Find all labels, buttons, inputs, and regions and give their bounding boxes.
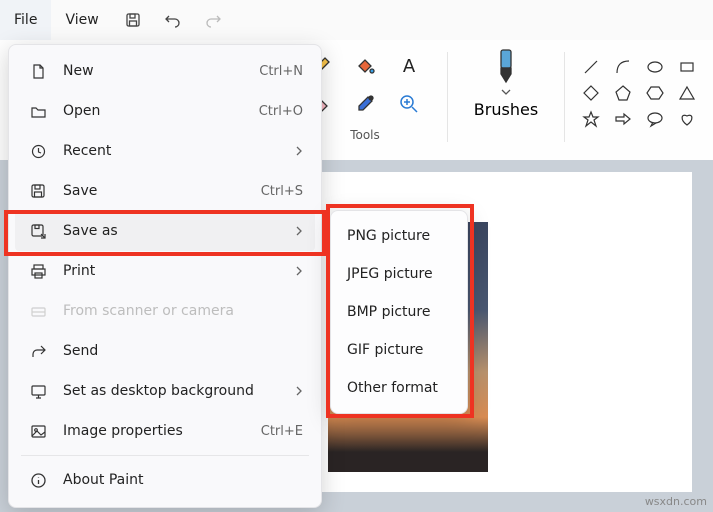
shape-hexagon-icon[interactable] [643, 82, 667, 104]
menu-item-print[interactable]: Print [15, 251, 315, 291]
shortcut-label: Ctrl+N [259, 64, 303, 79]
menu-file[interactable]: File [0, 0, 51, 40]
menu-item-label: From scanner or camera [63, 303, 234, 319]
menu-item-save-as[interactable]: Save as [15, 211, 315, 251]
shapes-group[interactable] [565, 48, 713, 138]
undo-icon[interactable] [153, 0, 193, 40]
share-icon [27, 343, 49, 360]
tools-label: Tools [350, 128, 380, 142]
menu-item-label: Open [63, 103, 100, 119]
watermark: wsxdn.com [645, 495, 707, 508]
shape-triangle-icon[interactable] [675, 82, 699, 104]
shortcut-label: Ctrl+E [261, 424, 303, 439]
svg-text:A: A [403, 56, 416, 76]
save-as-submenu: PNG picture JPEG picture BMP picture GIF… [330, 210, 468, 414]
new-file-icon [27, 63, 49, 80]
brushes-label: Brushes [474, 100, 538, 119]
text-icon[interactable]: A [391, 48, 427, 84]
brushes-group[interactable]: Brushes [448, 48, 564, 119]
shortcut-label: Ctrl+S [261, 184, 303, 199]
menu-item-label: Print [63, 263, 95, 279]
image-icon [27, 423, 49, 440]
menu-item-send[interactable]: Send [15, 331, 315, 371]
menu-item-about[interactable]: About Paint [15, 460, 315, 500]
submenu-item-png[interactable]: PNG picture [331, 217, 467, 255]
shape-diamond-icon[interactable] [579, 82, 603, 104]
submenu-item-jpeg[interactable]: JPEG picture [331, 255, 467, 293]
chevron-down-icon [501, 88, 511, 96]
clock-icon [27, 143, 49, 160]
fill-icon[interactable] [347, 48, 383, 84]
chevron-right-icon [295, 385, 303, 397]
color-picker-icon[interactable] [347, 86, 383, 122]
menu-item-label: Image properties [63, 423, 183, 439]
redo-icon [193, 0, 233, 40]
menu-view[interactable]: View [51, 0, 112, 40]
menu-item-label: Save as [63, 223, 118, 239]
shortcut-label: Ctrl+O [259, 104, 303, 119]
menu-item-desktop-bg[interactable]: Set as desktop background [15, 371, 315, 411]
menu-item-open[interactable]: Open Ctrl+O [15, 91, 315, 131]
shape-pentagon-icon[interactable] [611, 82, 635, 104]
menu-item-label: Recent [63, 143, 111, 159]
menu-item-label: Save [63, 183, 97, 199]
menu-item-label: Set as desktop background [63, 383, 254, 399]
shape-callout-icon[interactable] [643, 108, 667, 130]
divider [21, 455, 309, 456]
menu-bar: File View [0, 0, 713, 40]
info-icon [27, 472, 49, 489]
submenu-item-other[interactable]: Other format [331, 369, 467, 407]
shape-heart-icon[interactable] [675, 108, 699, 130]
scanner-icon [27, 303, 49, 320]
menu-item-label: Send [63, 343, 98, 359]
menu-item-recent[interactable]: Recent [15, 131, 315, 171]
chevron-right-icon [295, 145, 303, 157]
shape-oval-icon[interactable] [643, 56, 667, 78]
save-as-icon [27, 223, 49, 240]
folder-icon [27, 103, 49, 120]
desktop-icon [27, 383, 49, 400]
shape-line-icon[interactable] [579, 56, 603, 78]
menu-item-properties[interactable]: Image properties Ctrl+E [15, 411, 315, 451]
submenu-item-gif[interactable]: GIF picture [331, 331, 467, 369]
chevron-right-icon [295, 265, 303, 277]
magnifier-icon[interactable] [391, 86, 427, 122]
shape-star-icon[interactable] [579, 108, 603, 130]
menu-item-new[interactable]: New Ctrl+N [15, 51, 315, 91]
shape-rect-icon[interactable] [675, 56, 699, 78]
menu-item-scanner: From scanner or camera [15, 291, 315, 331]
menu-item-label: About Paint [63, 472, 144, 488]
menu-item-label: New [63, 63, 94, 79]
save-icon[interactable] [113, 0, 153, 40]
print-icon [27, 263, 49, 280]
submenu-item-bmp[interactable]: BMP picture [331, 293, 467, 331]
shape-arrow-right-icon[interactable] [611, 108, 635, 130]
chevron-right-icon [295, 225, 303, 237]
shape-curve-icon[interactable] [611, 56, 635, 78]
file-menu-dropdown: New Ctrl+N Open Ctrl+O Recent Save Ctrl+… [8, 44, 322, 508]
menu-item-save[interactable]: Save Ctrl+S [15, 171, 315, 211]
save-icon [27, 183, 49, 199]
